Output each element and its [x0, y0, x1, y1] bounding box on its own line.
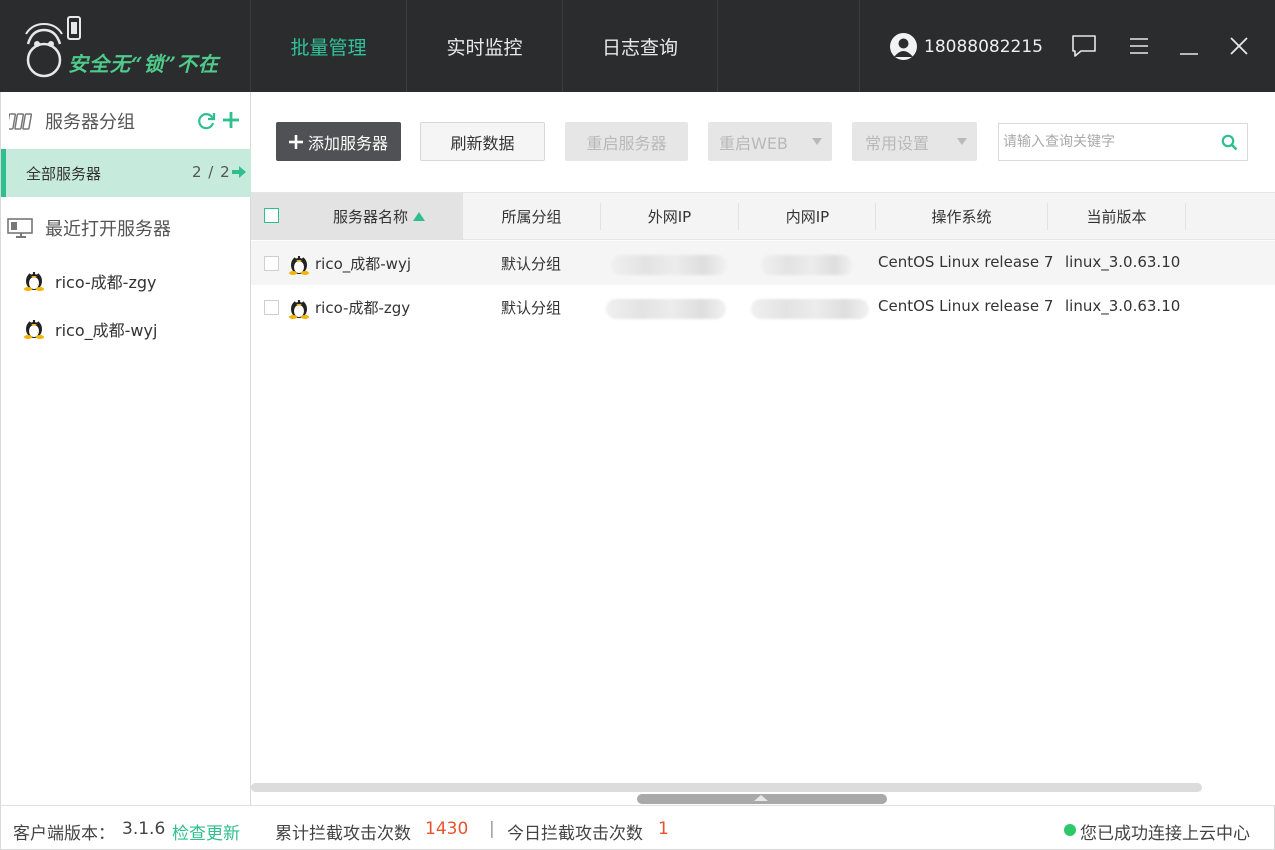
- chevron-down-icon: [812, 138, 822, 145]
- column-header-version[interactable]: 当前版本: [1048, 193, 1185, 240]
- client-version-label: 客户端版本：: [13, 824, 115, 844]
- recent-server-item[interactable]: rico_成都-wyj: [1, 304, 251, 350]
- select-all-checkbox[interactable]: [264, 208, 279, 223]
- logo-slogan: 安全无“锁”不在: [68, 52, 220, 76]
- total-blocked-count: 1430: [425, 819, 469, 839]
- footer-divider: |: [489, 819, 495, 839]
- recent-server-name: rico_成都-wyj: [55, 321, 158, 340]
- column-separator: [1185, 203, 1186, 230]
- linux-penguin-icon: [24, 271, 44, 291]
- common-settings-dropdown[interactable]: 常用设置: [852, 122, 977, 161]
- add-server-label: 添加服务器: [307, 133, 388, 153]
- server-group-header: 服务器分组: [1, 92, 251, 148]
- today-blocked-count: 1: [658, 819, 669, 839]
- recent-servers-title: 最近打开服务器: [45, 219, 171, 240]
- external-ip-cell-redacted: [606, 299, 726, 319]
- recent-server-item[interactable]: rico-成都-zgy: [1, 256, 251, 302]
- client-version-value: 3.1.6: [122, 819, 166, 839]
- check-update-link[interactable]: 检查更新: [172, 819, 240, 844]
- table-header: 服务器名称 所属分组 外网IP 内网IP 操作系统 当前版本: [251, 193, 1275, 240]
- restart-web-label: 重启WEB: [719, 133, 788, 153]
- restart-server-button[interactable]: 重启服务器: [565, 122, 688, 161]
- total-blocked-label: 累计拦截攻击次数: [275, 824, 411, 844]
- close-button[interactable]: [1221, 28, 1257, 64]
- message-button[interactable]: [1066, 28, 1102, 64]
- horizontal-scrollbar-track[interactable]: [251, 783, 1202, 792]
- column-header-group[interactable]: 所属分组: [463, 193, 600, 240]
- today-blocked-label: 今日拦截攻击次数: [507, 824, 643, 844]
- group-item-all-servers[interactable]: 全部服务器 2 / 2: [1, 149, 251, 197]
- connection-status-icon: [1064, 824, 1076, 836]
- sidebar: 服务器分组 全部服务器 2 / 2 最近打开服务器 rico-成都-zgy ri…: [0, 92, 251, 805]
- table-row[interactable]: rico_成都-wyj 默认分组 CentOS Linux release 7 …: [251, 241, 1275, 285]
- recent-servers-header: 最近打开服务器: [1, 202, 251, 252]
- server-group-icon: [9, 113, 33, 130]
- server-name-cell: rico-成都-zgy: [315, 299, 411, 317]
- column-header-internal-ip[interactable]: 内网IP: [739, 193, 876, 240]
- group-cell: 默认分组: [501, 299, 562, 317]
- user-phone: 18088082215: [924, 36, 1043, 57]
- linux-penguin-icon: [289, 299, 309, 319]
- linux-penguin-icon: [289, 255, 309, 275]
- menu-button[interactable]: [1121, 28, 1157, 64]
- arrow-right-icon: [232, 166, 246, 178]
- search-input[interactable]: [1003, 132, 1213, 152]
- nav-divider: [859, 0, 860, 92]
- tab-log-query[interactable]: 日志查询: [562, 0, 718, 92]
- os-cell: CentOS Linux release 7: [878, 297, 1054, 315]
- external-ip-cell-redacted: [611, 255, 727, 275]
- user-avatar-icon: [890, 33, 917, 60]
- os-cell: CentOS Linux release 7: [878, 253, 1054, 271]
- main-nav: 批量管理 实时监控 日志查询: [250, 0, 718, 92]
- version-cell: linux_3.0.63.10: [1065, 297, 1181, 315]
- sort-ascending-icon: [413, 212, 425, 221]
- monitor-icon: [7, 218, 33, 238]
- search-box: [998, 123, 1248, 161]
- column-header-os[interactable]: 操作系统: [876, 193, 1047, 240]
- minimize-button[interactable]: [1171, 28, 1207, 64]
- top-bar: 安全无“锁”不在 批量管理 实时监控 日志查询 18088082215: [0, 0, 1275, 92]
- connection-status-text: 您已成功连接上云中心: [1080, 824, 1250, 844]
- column-header-server-name[interactable]: 服务器名称: [251, 193, 463, 240]
- close-icon: [1230, 37, 1248, 55]
- tab-batch-management[interactable]: 批量管理: [250, 0, 406, 92]
- app-logo: 安全无“锁”不在: [22, 14, 222, 78]
- server-group-title: 服务器分组: [45, 112, 135, 133]
- internal-ip-cell-redacted: [751, 299, 869, 319]
- message-icon: [1072, 35, 1096, 57]
- minimize-icon: [1180, 53, 1198, 55]
- status-bar: 客户端版本： 3.1.6 检查更新 累计拦截攻击次数 1430 | 今日拦截攻击…: [0, 805, 1275, 850]
- linux-penguin-icon: [24, 319, 44, 339]
- server-name-cell: rico_成都-wyj: [315, 255, 411, 273]
- search-icon[interactable]: [1221, 134, 1238, 151]
- group-item-label: 全部服务器: [26, 165, 102, 183]
- tab-realtime-monitor[interactable]: 实时监控: [406, 0, 562, 92]
- version-cell: linux_3.0.63.10: [1065, 253, 1181, 271]
- refresh-icon[interactable]: [197, 111, 216, 130]
- plus-icon: [288, 134, 303, 149]
- recent-server-name: rico-成都-zgy: [55, 273, 157, 292]
- row-checkbox[interactable]: [264, 300, 279, 315]
- add-icon[interactable]: [222, 111, 240, 129]
- refresh-data-button[interactable]: 刷新数据: [420, 122, 545, 161]
- column-header-label: 服务器名称: [332, 208, 408, 226]
- group-item-count: 2 / 2: [192, 163, 231, 181]
- menu-icon: [1130, 38, 1148, 54]
- group-cell: 默认分组: [501, 255, 562, 273]
- collapse-arrow-icon[interactable]: [754, 795, 768, 801]
- restart-web-dropdown[interactable]: 重启WEB: [708, 122, 832, 161]
- add-server-button[interactable]: 添加服务器: [276, 122, 401, 161]
- user-account[interactable]: 18088082215: [890, 33, 1043, 60]
- chevron-down-icon: [957, 138, 967, 145]
- row-checkbox[interactable]: [264, 256, 279, 271]
- internal-ip-cell-redacted: [761, 255, 853, 275]
- column-header-external-ip[interactable]: 外网IP: [601, 193, 738, 240]
- table-row[interactable]: rico-成都-zgy 默认分组 CentOS Linux release 7 …: [251, 285, 1275, 329]
- common-settings-label: 常用设置: [865, 133, 930, 153]
